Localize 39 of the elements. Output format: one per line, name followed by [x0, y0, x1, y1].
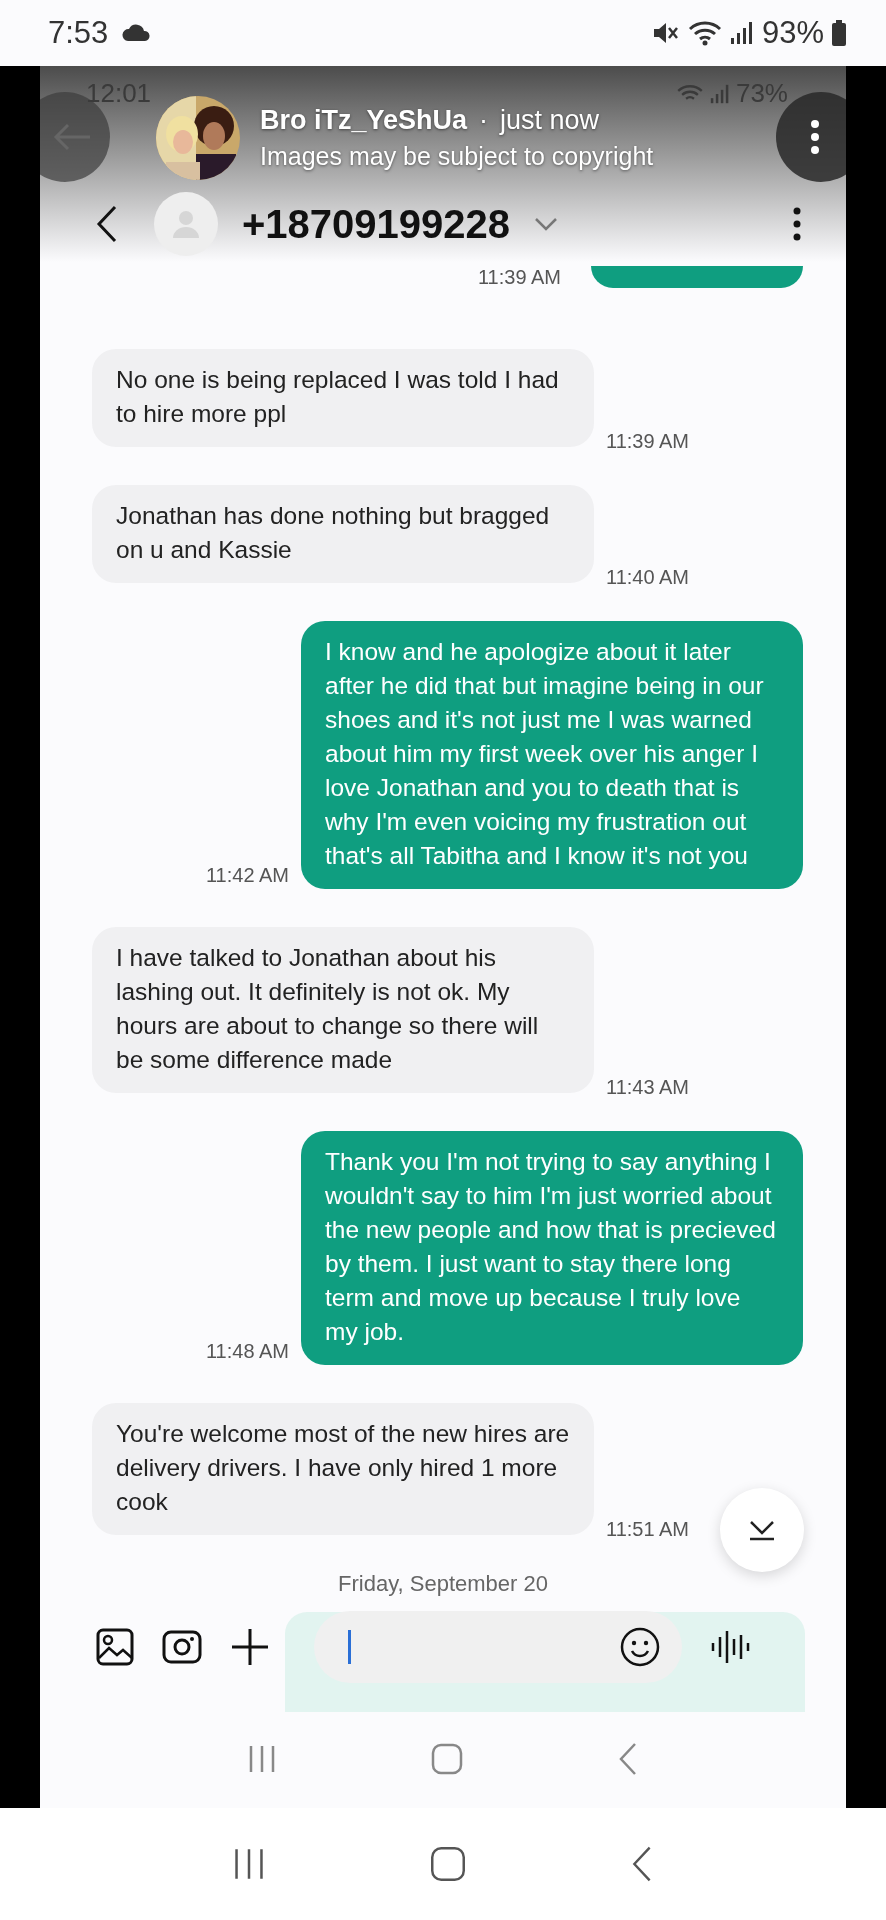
sender-name: Bro iTz_YeShUa	[260, 105, 468, 136]
battery-percent: 93%	[761, 15, 824, 51]
received-message: Jonathan has done nothing but bragged on u and Kassie	[92, 485, 594, 583]
signal-icon	[729, 21, 754, 45]
signal-icon	[709, 83, 730, 104]
more-options-icon[interactable]	[792, 206, 802, 242]
notification-time: just now	[500, 105, 600, 136]
message-time: 11:43 AM	[606, 1076, 690, 1100]
received-message: No one is being replaced I was told I had to hire more ppl	[92, 349, 594, 447]
message-time: 11:48 AM	[205, 1340, 289, 1364]
chevron-down-icon	[747, 1518, 777, 1542]
back-icon[interactable]	[96, 205, 118, 243]
wifi-icon	[687, 19, 722, 47]
message-time: 11:42 AM	[205, 864, 289, 888]
sent-message: Thank you I'm not trying to say anything I wouldn't say to him I'm just worried about the new people and how that is precieved by them. I just want to stay there long term and move up because I truly love my job.	[301, 1131, 803, 1365]
message-time: 11:51 AM	[606, 1518, 690, 1542]
message-time: 11:39 AM	[477, 266, 561, 290]
message-time: 11:40 AM	[606, 566, 690, 590]
mute-icon	[651, 20, 680, 46]
recent-apps-icon[interactable]	[247, 1744, 277, 1774]
date-divider: Friday, September 20	[337, 1571, 549, 1597]
more-options-icon	[810, 119, 820, 155]
received-message: You're welcome most of the new hires are delivery drivers. I have only hired 1 more cook	[92, 1403, 594, 1535]
received-message: I have talked to Jonathan about his lashing out. It definitely is not ok. My hours are about to change so there will be some difference made	[92, 927, 594, 1093]
battery-icon	[832, 20, 846, 46]
status-time: 7:53	[48, 15, 109, 51]
plus-icon[interactable]	[230, 1627, 270, 1667]
notification-subtitle: Images may be subject to copyright	[260, 142, 654, 171]
recent-apps-icon[interactable]	[232, 1847, 266, 1881]
separator-dot: ·	[479, 105, 489, 136]
chevron-down-icon[interactable]	[534, 217, 559, 231]
message-time: 11:39 AM	[606, 430, 690, 454]
contact-number[interactable]: +18709199228	[242, 201, 511, 247]
home-icon[interactable]	[430, 1846, 466, 1882]
sent-message: I know and he apologize about it later after he did that but imagine being in our shoes and it's not just me I was warned about him my first week over his anger I love Jonathan and you to death that is why I'm even voicing my frustration out that's all Tabitha and I know it's not you	[301, 621, 803, 889]
camera-icon[interactable]	[162, 1630, 202, 1664]
home-icon[interactable]	[431, 1743, 463, 1775]
gallery-icon[interactable]	[96, 1628, 134, 1666]
emoji-icon[interactable]	[620, 1627, 660, 1667]
